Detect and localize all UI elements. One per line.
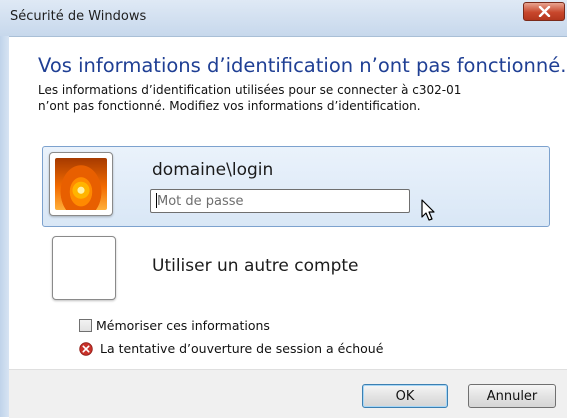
selected-credential-tile[interactable] xyxy=(42,146,550,227)
flower-avatar-icon xyxy=(49,152,113,216)
remember-label: Mémoriser ces informations xyxy=(96,318,270,333)
text-caret xyxy=(156,193,157,208)
title-bar: Sécurité de Windows xyxy=(0,0,567,37)
error-message: La tentative d’ouverture de session a éc… xyxy=(79,341,383,356)
remember-checkbox[interactable] xyxy=(79,319,92,332)
dialog-description: Les informations d’identification utilis… xyxy=(38,82,538,114)
ok-button[interactable]: OK xyxy=(362,384,448,408)
window-title: Sécurité de Windows xyxy=(10,9,147,24)
description-line-1: Les informations d’identification utilis… xyxy=(38,83,462,97)
security-dialog: Sécurité de Windows Vos informations d’i… xyxy=(0,0,567,418)
password-field[interactable] xyxy=(150,189,410,213)
close-button[interactable] xyxy=(523,2,565,21)
description-line-2: n’ont pas fonctionné. Modifiez vos infor… xyxy=(38,99,421,113)
error-text: La tentative d’ouverture de session a éc… xyxy=(100,341,384,356)
dialog-heading: Vos informations d’identification n’ont … xyxy=(38,54,567,77)
mouse-pointer-icon xyxy=(421,199,435,221)
other-account-option[interactable]: Utiliser un autre compte xyxy=(152,256,359,276)
window-frame-left xyxy=(0,36,9,417)
close-icon xyxy=(538,6,551,17)
remember-option[interactable]: Mémoriser ces informations xyxy=(79,318,270,333)
username-label: domaine\login xyxy=(152,160,274,180)
cancel-button[interactable]: Annuler xyxy=(468,384,556,408)
error-icon xyxy=(79,341,93,356)
blank-avatar-icon[interactable] xyxy=(52,236,116,300)
